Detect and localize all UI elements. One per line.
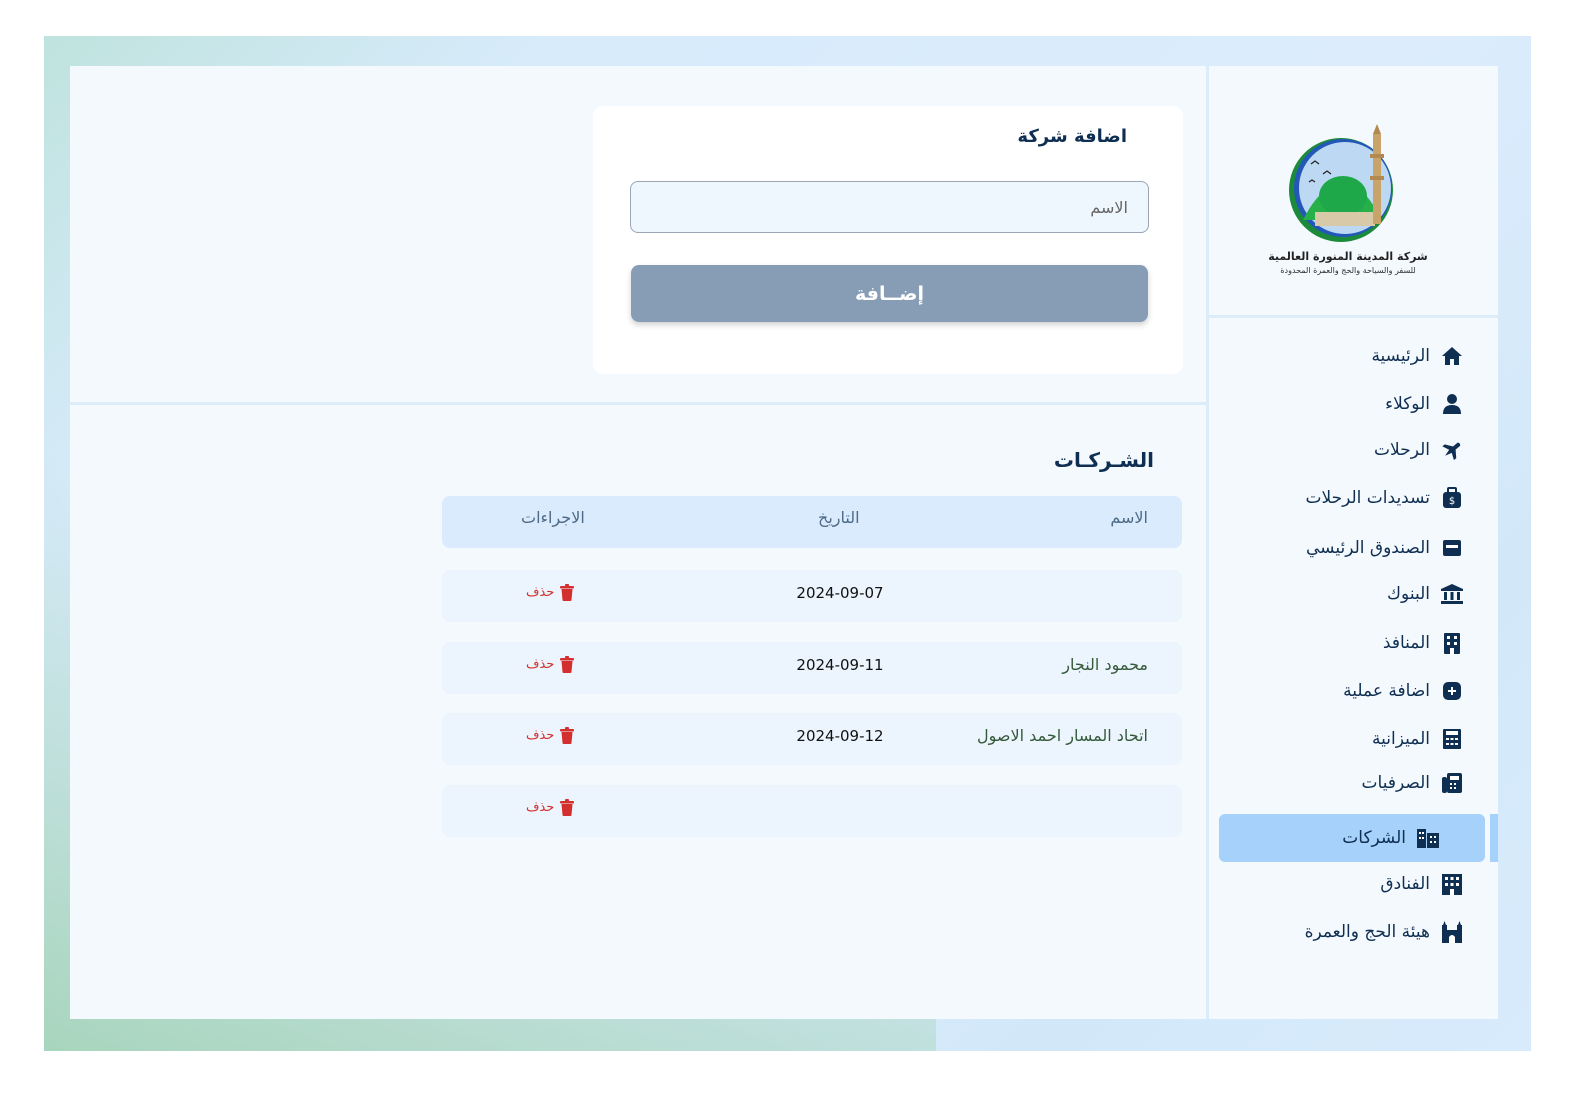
- sidebar-item-banks[interactable]: البنوك: [1387, 572, 1464, 616]
- sidebar-item-label: تسديدات الرحلات: [1305, 488, 1430, 508]
- sidebar-item-label: اضافة عملية: [1343, 681, 1430, 701]
- trash-icon: [560, 799, 575, 816]
- company-date-cell: 2024-09-11: [796, 656, 884, 674]
- money-bag-icon: $: [1440, 486, 1464, 510]
- sidebar-item-home[interactable]: الرئيسية: [1371, 334, 1464, 378]
- delete-label: حذف: [526, 657, 555, 672]
- company-name-cell: محمود النجار: [1062, 655, 1148, 674]
- kaaba-icon: [1440, 920, 1464, 944]
- sidebar-item-outlets[interactable]: المنافذ: [1383, 621, 1464, 665]
- sidebar-item-hajj-authority[interactable]: هيئة الحج والعمرة: [1305, 910, 1464, 954]
- sidebar-item-label: البنوك: [1387, 584, 1430, 604]
- sidebar-item-label: الرحلات: [1374, 440, 1430, 460]
- sidebar-item-agents[interactable]: الوكلاء: [1385, 382, 1464, 426]
- svg-text:$: $: [1449, 496, 1455, 507]
- sidebar-item-label: هيئة الحج والعمرة: [1304, 922, 1430, 942]
- calculator-icon: [1440, 727, 1464, 751]
- delete-button[interactable]: حذف: [526, 727, 575, 744]
- plus-square-icon: [1440, 679, 1464, 703]
- delete-button[interactable]: حذف: [526, 799, 575, 816]
- table-header: الاسم التاريخ الاجراءات: [442, 496, 1182, 548]
- table-row: محمود النجار 2024-09-11 حذف: [442, 642, 1182, 694]
- trash-icon: [560, 584, 575, 601]
- add-company-title: اضافة شركة: [1017, 126, 1127, 147]
- sidebar-item-add-operation[interactable]: اضافة عملية: [1343, 669, 1464, 713]
- header-name: الاسم: [1110, 508, 1148, 527]
- sidebar-item-label: الميزانية: [1372, 729, 1430, 749]
- sidebar-item-companies[interactable]: الشركات: [1342, 816, 1440, 860]
- table-row: 2024-09-07 حذف: [442, 570, 1182, 622]
- delete-label: حذف: [526, 728, 555, 743]
- sidebar-item-hotels[interactable]: الفنادق: [1380, 862, 1464, 906]
- trash-icon: [560, 727, 575, 744]
- logo-title: شركة المدينة المنورة العالمية: [1268, 250, 1428, 263]
- hotel-icon: [1440, 872, 1464, 896]
- section-divider: [70, 402, 1206, 405]
- sidebar-item-label: الرئيسية: [1371, 346, 1430, 366]
- header-actions: الاجراءات: [521, 508, 585, 527]
- mosque-logo-icon: [1289, 124, 1393, 242]
- sidebar-item-trips[interactable]: الرحلات: [1374, 428, 1464, 472]
- sidebar-item-label: الوكلاء: [1385, 394, 1430, 414]
- table-row: حذف: [442, 785, 1182, 837]
- company-date-cell: 2024-09-07: [796, 584, 884, 602]
- add-company-button[interactable]: إضــافة: [631, 265, 1148, 322]
- home-icon: [1440, 344, 1464, 368]
- sidebar-item-label: المنافذ: [1382, 633, 1430, 653]
- sidebar-item-budget[interactable]: الميزانية: [1372, 717, 1464, 761]
- plane-icon: [1440, 438, 1464, 462]
- sidebar-item-label: الصندوق الرئيسي: [1306, 538, 1430, 558]
- delete-button[interactable]: حذف: [526, 584, 575, 601]
- cash-register-icon: [1440, 771, 1464, 795]
- add-company-card: اضافة شركة إضــافة: [593, 106, 1183, 374]
- bank-icon: [1440, 582, 1464, 606]
- company-name-input[interactable]: [630, 181, 1149, 233]
- city-icon: [1416, 826, 1440, 850]
- companies-title: الشـركـات: [1053, 448, 1154, 472]
- company-name-cell: اتحاد المسار احمد الاصول: [977, 726, 1148, 745]
- delete-button[interactable]: حذف: [526, 656, 575, 673]
- table-row: اتحاد المسار احمد الاصول 2024-09-12 حذف: [442, 713, 1182, 765]
- building-icon: [1440, 631, 1464, 655]
- sidebar-item-label: الصرفيات: [1361, 773, 1430, 793]
- cash-box-icon: [1440, 536, 1464, 560]
- agent-icon: [1440, 392, 1464, 416]
- sidebar-item-trip-payments[interactable]: تسديدات الرحلات $: [1305, 476, 1464, 520]
- logo: شركة المدينة المنورة العالمية للسفر والس…: [1209, 66, 1498, 318]
- company-date-cell: 2024-09-12: [796, 727, 884, 745]
- active-nav-bar: [1490, 814, 1498, 862]
- sidebar-item-expenses[interactable]: الصرفيات: [1362, 761, 1464, 805]
- app-window: اضافة شركة إضــافة الشـركـات الاسم التار…: [70, 66, 1498, 1019]
- trash-icon: [560, 656, 575, 673]
- sidebar-item-label: الفنادق: [1380, 874, 1430, 894]
- sidebar-item-label: الشركات: [1342, 828, 1406, 848]
- sidebar-item-main-cashbox[interactable]: الصندوق الرئيسي: [1306, 526, 1464, 570]
- delete-label: حذف: [526, 800, 555, 815]
- delete-label: حذف: [526, 585, 555, 600]
- header-date: التاريخ: [818, 508, 860, 527]
- sidebar: شركة المدينة المنورة العالمية للسفر والس…: [1206, 66, 1498, 1019]
- logo-subtitle: للسفر والسياحة والحج والعمرة المحدودة: [1280, 266, 1416, 275]
